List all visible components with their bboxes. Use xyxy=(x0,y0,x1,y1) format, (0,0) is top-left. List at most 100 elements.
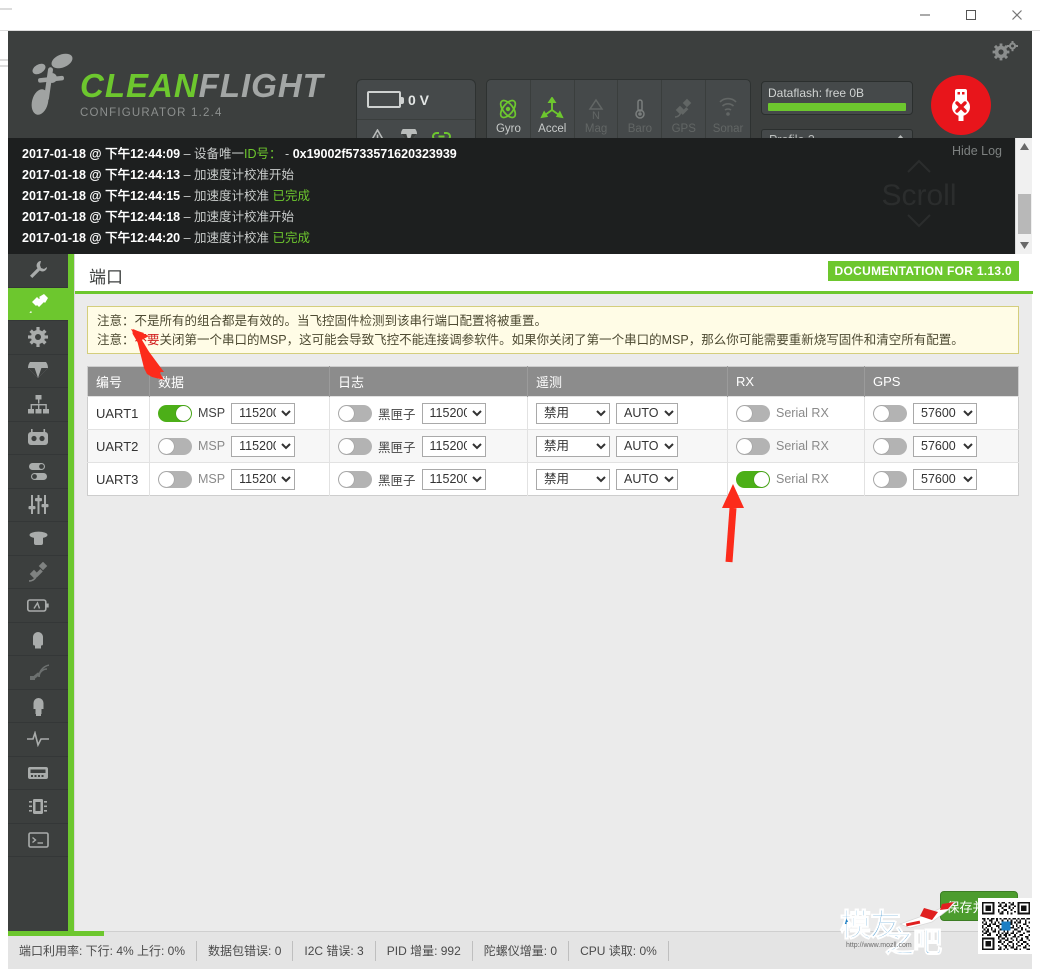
dataflash-status: Dataflash: free 0B xyxy=(761,81,913,115)
blackbox-toggle[interactable] xyxy=(338,437,372,455)
sidebar-item-sensors[interactable] xyxy=(8,690,68,723)
serialrx-toggle[interactable] xyxy=(736,470,770,488)
telemetry-cell: 禁用 AUTO xyxy=(527,429,728,463)
status-bar: 端口利用率: 下行: 4% 上行: 0% 数据包错误: 0 I2C 错误: 3 … xyxy=(8,931,1032,969)
gps-baud-select[interactable]: 57600 xyxy=(913,402,977,424)
column-header-gps: GPS xyxy=(864,366,1019,397)
maximize-button[interactable] xyxy=(948,0,994,30)
telemetry-baud-select[interactable]: AUTO xyxy=(616,468,678,490)
sidebar-item-raw-sensors[interactable] xyxy=(8,723,68,757)
battery-icon xyxy=(367,91,404,108)
table-row: UART1 MSP 115200 黑匣子 115200 禁用 AUTO Seri… xyxy=(87,396,1019,430)
sidebar-item-blackbox[interactable] xyxy=(8,757,68,790)
sensor-label: Mag xyxy=(584,123,608,135)
sensor-label: GPS xyxy=(671,123,696,135)
telemetry-protocol-select[interactable]: 禁用 xyxy=(536,468,610,490)
msp-baud-select[interactable]: 115200 xyxy=(231,468,296,490)
status-gyro-cycle-time: 陀螺仪增量: 0 xyxy=(473,940,570,961)
table-row: UART2 MSP 115200 黑匣子 115200 禁用 AUTO Seri… xyxy=(87,429,1019,463)
sidebar xyxy=(8,254,68,931)
sidebar-item-telemetry[interactable] xyxy=(8,656,68,690)
hide-log-link[interactable]: Hide Log xyxy=(952,144,1002,158)
plug-icon xyxy=(29,294,48,314)
log-time: 2017-01-18 @ 下午12:44:15 xyxy=(22,189,181,203)
sidebar-item-led-strip[interactable] xyxy=(8,623,68,656)
gps-toggle[interactable] xyxy=(873,404,907,422)
blackbox-baud-select[interactable]: 115200 xyxy=(421,402,486,424)
sonar-icon xyxy=(719,97,737,116)
sidebar-item-pid-tuning[interactable] xyxy=(8,388,68,422)
app-header: CLEANFLIGHT CONFIGURATOR 1.2.4 0 V Gyro … xyxy=(8,31,1032,156)
logo-text-flight: FLIGHT xyxy=(198,67,324,104)
parachute-icon xyxy=(28,362,48,379)
warning-note-box: 注意：不是所有的组合都是有效的。当飞控固件检测到该串行端口配置将被重置。 注意：… xyxy=(87,306,1019,354)
scroll-down-button[interactable] xyxy=(1016,237,1033,254)
sidebar-item-firmware-flasher[interactable] xyxy=(8,790,68,824)
baro-icon xyxy=(635,99,645,119)
blackbox-baud-select[interactable]: 115200 xyxy=(421,468,486,490)
gps-cell: 57600 xyxy=(864,396,1019,430)
sidebar-item-configuration[interactable] xyxy=(8,321,68,355)
accel-icon xyxy=(540,97,564,119)
content-area: 端口 DOCUMENTATION FOR 1.13.0 注意：不是所有的组合都是… xyxy=(74,254,1033,931)
rx-cell: Serial RX xyxy=(727,429,865,463)
serialrx-toggle[interactable] xyxy=(736,404,770,422)
gears-icon[interactable] xyxy=(992,41,1018,63)
bulb-icon xyxy=(33,697,43,716)
blackbox-toggle[interactable] xyxy=(338,404,372,422)
uart-identifier: UART3 xyxy=(87,462,150,496)
sidebar-item-gps[interactable] xyxy=(8,556,68,589)
column-header-identifier: 编号 xyxy=(87,366,150,397)
motor-icon xyxy=(29,531,47,545)
scroll-up-button[interactable] xyxy=(1016,138,1032,155)
telemetry-protocol-select[interactable]: 禁用 xyxy=(536,435,610,457)
gps-baud-select[interactable]: 57600 xyxy=(913,468,977,490)
log-scrollbar[interactable] xyxy=(1015,138,1032,254)
usb-disconnect-icon xyxy=(952,89,970,121)
log-time: 2017-01-18 @ 下午12:44:13 xyxy=(22,168,181,182)
sidebar-item-failsafe[interactable] xyxy=(8,355,68,388)
gps-baud-select[interactable]: 57600 xyxy=(913,435,977,457)
gps-toggle[interactable] xyxy=(873,437,907,455)
msp-toggle[interactable] xyxy=(158,437,192,455)
blackbox-label: 黑匣子 xyxy=(378,473,416,488)
sidebar-item-modes[interactable] xyxy=(8,455,68,489)
blackbox-toggle[interactable] xyxy=(338,470,372,488)
note-line: 注意：不要关闭第一个串口的MSP，这可能会导致飞控不能连接调参软件。如果你关闭了… xyxy=(97,333,964,347)
disconnect-button[interactable] xyxy=(931,75,991,135)
sidebar-item-cli[interactable] xyxy=(8,824,68,857)
documentation-badge[interactable]: DOCUMENTATION FOR 1.13.0 xyxy=(827,261,1019,281)
log-entry: 2017-01-18 @ 下午12:44:09 – 设备唯一ID号： - 0x1… xyxy=(22,147,457,161)
sidebar-item-power[interactable] xyxy=(8,589,68,623)
msp-toggle[interactable] xyxy=(158,470,192,488)
status-progress-bar xyxy=(8,931,104,936)
sidebar-item-setup[interactable] xyxy=(8,254,68,288)
close-button[interactable] xyxy=(994,0,1040,30)
msp-label: MSP xyxy=(198,439,226,453)
log-entry: 2017-01-18 @ 下午12:44:20 – 加速度计校准 已完成 xyxy=(22,231,311,245)
sidebar-item-servos[interactable] xyxy=(8,522,68,556)
scrollbar-thumb[interactable] xyxy=(1018,194,1031,234)
telemetry-protocol-select[interactable]: 禁用 xyxy=(536,402,610,424)
msp-toggle[interactable] xyxy=(158,404,192,422)
uart-identifier: UART2 xyxy=(87,429,150,463)
logging-cell: 黑匣子 115200 xyxy=(329,396,528,430)
blackbox-baud-select[interactable]: 115200 xyxy=(421,435,486,457)
sidebar-item-ports[interactable] xyxy=(8,287,68,321)
msp-baud-select[interactable]: 115200 xyxy=(231,402,296,424)
serialrx-toggle[interactable] xyxy=(736,437,770,455)
serialrx-label: Serial RX xyxy=(776,472,829,486)
sidebar-item-receiver[interactable] xyxy=(8,422,68,455)
status-packet-errors: 数据包错误: 0 xyxy=(197,940,294,961)
rx-cell: Serial RX xyxy=(727,396,865,430)
telemetry-baud-select[interactable]: AUTO xyxy=(616,435,678,457)
telemetry-cell: 禁用 AUTO xyxy=(527,462,728,496)
logging-cell: 黑匣子 115200 xyxy=(329,462,528,496)
status-cycle-time: PID 增量: 992 xyxy=(376,940,473,961)
sidebar-item-adjustments[interactable] xyxy=(8,489,68,522)
gps-toggle[interactable] xyxy=(873,470,907,488)
msp-baud-select[interactable]: 115200 xyxy=(231,435,296,457)
telemetry-baud-select[interactable]: AUTO xyxy=(616,402,678,424)
app-subtitle: CONFIGURATOR 1.2.4 xyxy=(80,107,223,119)
minimize-button[interactable] xyxy=(902,0,948,30)
